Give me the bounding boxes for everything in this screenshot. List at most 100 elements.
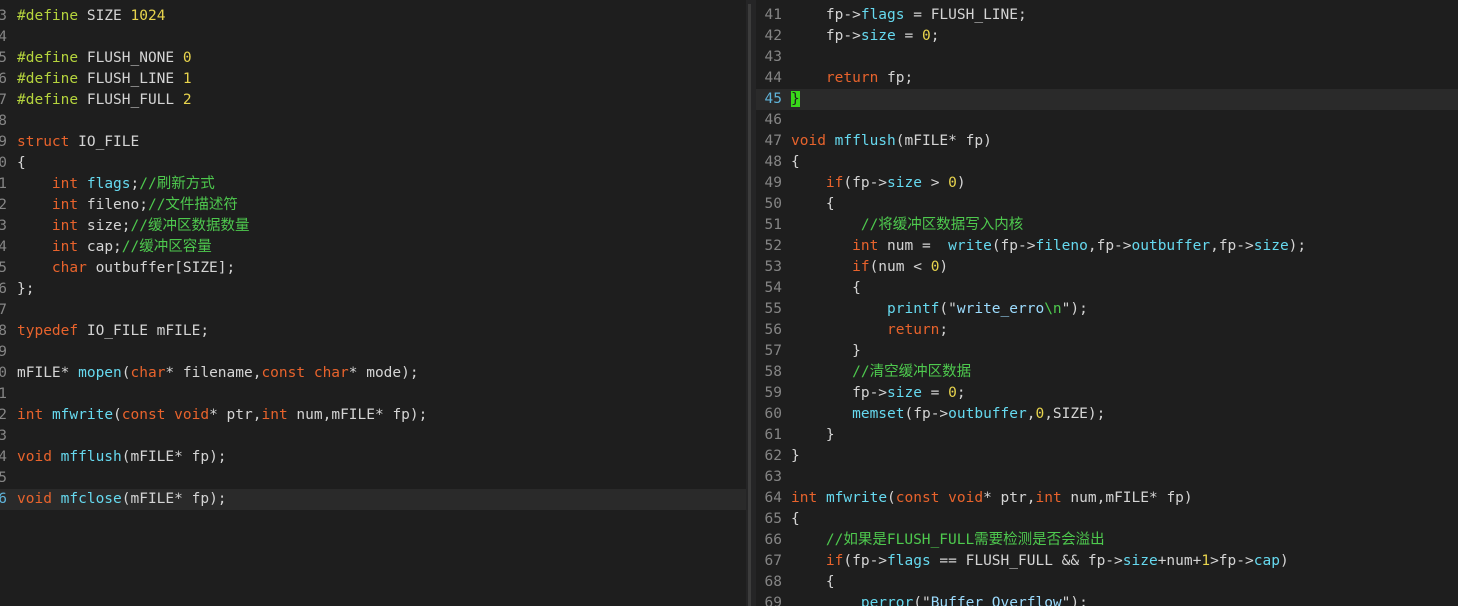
divider-grip[interactable]: [748, 4, 751, 606]
code-line[interactable]: 3 int size;//缓冲区数据数量: [0, 216, 746, 237]
code-text[interactable]: }: [791, 341, 861, 362]
left-editor-pane[interactable]: 23#define SIZE 102445#define FLUSH_NONE …: [0, 0, 746, 606]
code-text[interactable]: int size;//缓冲区数据数量: [17, 216, 250, 237]
code-text[interactable]: int num = write(fp->fileno,fp->outbuffer…: [791, 236, 1306, 257]
code-text[interactable]: memset(fp->outbuffer,0,SIZE);: [791, 404, 1105, 425]
code-line[interactable]: 52 int num = write(fp->fileno,fp->outbuf…: [756, 236, 1458, 257]
code-line[interactable]: 60 memset(fp->outbuffer,0,SIZE);: [756, 404, 1458, 425]
code-line[interactable]: 6 void mfclose(mFILE* fp);: [0, 489, 746, 510]
code-line[interactable]: 7: [0, 300, 746, 321]
code-text[interactable]: {: [791, 509, 800, 530]
code-line[interactable]: 63: [756, 467, 1458, 488]
code-text[interactable]: perror("Buffer Overflow");: [791, 593, 1088, 606]
code-text[interactable]: fp->flags = FLUSH_LINE;: [791, 5, 1027, 26]
code-text[interactable]: //清空缓冲区数据: [791, 362, 971, 383]
code-text[interactable]: int cap;//缓冲区容量: [17, 237, 212, 258]
code-text[interactable]: printf("write_erro\n");: [791, 299, 1088, 320]
code-text[interactable]: if(fp->flags == FLUSH_FULL && fp->size+n…: [791, 551, 1289, 572]
code-line[interactable]: 3 #define SIZE 1024: [0, 6, 746, 27]
code-text[interactable]: void mfflush(mFILE* fp): [791, 131, 992, 152]
code-line[interactable]: 3: [0, 426, 746, 447]
code-line[interactable]: 8: [0, 111, 746, 132]
code-line[interactable]: 62}: [756, 446, 1458, 467]
code-text[interactable]: {: [791, 278, 861, 299]
code-text[interactable]: };: [17, 279, 34, 300]
code-line[interactable]: 4 void mfflush(mFILE* fp);: [0, 447, 746, 468]
code-text[interactable]: {: [791, 194, 835, 215]
code-line[interactable]: 51 //将缓冲区数据写入内核: [756, 215, 1458, 236]
code-line[interactable]: 7 #define FLUSH_FULL 2: [0, 90, 746, 111]
code-line[interactable]: 8 typedef IO_FILE mFILE;: [0, 321, 746, 342]
code-line[interactable]: 0{: [0, 153, 746, 174]
code-line[interactable]: 58 //清空缓冲区数据: [756, 362, 1458, 383]
code-line[interactable]: 9 struct IO_FILE: [0, 132, 746, 153]
code-text[interactable]: if(fp->size > 0): [791, 173, 966, 194]
code-text[interactable]: int mfwrite(const void* ptr,int num,mFIL…: [791, 488, 1193, 509]
code-line[interactable]: 67 if(fp->flags == FLUSH_FULL && fp->siz…: [756, 551, 1458, 572]
code-text[interactable]: if(num < 0): [791, 257, 948, 278]
code-line[interactable]: 6};: [0, 279, 746, 300]
code-text[interactable]: #define SIZE 1024: [17, 6, 165, 27]
code-text[interactable]: {: [791, 152, 800, 173]
code-line[interactable]: 5 #define FLUSH_NONE 0: [0, 48, 746, 69]
code-text[interactable]: return fp;: [791, 68, 913, 89]
code-text[interactable]: #define FLUSH_FULL 2: [17, 90, 192, 111]
code-text[interactable]: }: [791, 446, 800, 467]
code-text[interactable]: return;: [791, 320, 948, 341]
code-line[interactable]: 64 int mfwrite(const void* ptr,int num,mF…: [756, 488, 1458, 509]
code-line[interactable]: 43: [756, 47, 1458, 68]
code-text[interactable]: {: [791, 572, 835, 593]
code-text[interactable]: typedef IO_FILE mFILE;: [17, 321, 209, 342]
code-line[interactable]: 55 printf("write_erro\n");: [756, 299, 1458, 320]
code-line[interactable]: 42 fp->size = 0;: [756, 26, 1458, 47]
code-line[interactable]: 4: [0, 27, 746, 48]
code-line[interactable]: 57 }: [756, 341, 1458, 362]
code-line[interactable]: 48 {: [756, 152, 1458, 173]
code-line[interactable]: 65 {: [756, 509, 1458, 530]
code-text[interactable]: }: [791, 425, 835, 446]
code-line[interactable]: 68 {: [756, 572, 1458, 593]
code-line[interactable]: 5: [0, 468, 746, 489]
code-line[interactable]: 9: [0, 342, 746, 363]
code-text[interactable]: //如果是FLUSH_FULL需要检测是否会溢出: [791, 530, 1105, 551]
code-line[interactable]: 56 return;: [756, 320, 1458, 341]
code-text[interactable]: //将缓冲区数据写入内核: [791, 215, 1023, 236]
code-text[interactable]: int mfwrite(const void* ptr,int num,mFIL…: [17, 405, 427, 426]
code-line[interactable]: 69 perror("Buffer Overflow");: [756, 593, 1458, 606]
code-line[interactable]: 4 int cap;//缓冲区容量: [0, 237, 746, 258]
code-line[interactable]: 2 int mfwrite(const void* ptr,int num,mFI…: [0, 405, 746, 426]
code-line[interactable]: 45}: [756, 89, 1458, 110]
code-line[interactable]: 61 }: [756, 425, 1458, 446]
code-line[interactable]: 54 {: [756, 278, 1458, 299]
code-line[interactable]: 5 char outbuffer[SIZE];: [0, 258, 746, 279]
code-text[interactable]: }: [791, 89, 800, 110]
code-line[interactable]: 49 if(fp->size > 0): [756, 173, 1458, 194]
code-text[interactable]: #define FLUSH_NONE 0: [17, 48, 192, 69]
code-line[interactable]: 41 fp->flags = FLUSH_LINE;: [756, 5, 1458, 26]
code-line[interactable]: 50 {: [756, 194, 1458, 215]
code-line[interactable]: 44 return fp;: [756, 68, 1458, 89]
code-line[interactable]: 47 void mfflush(mFILE* fp): [756, 131, 1458, 152]
code-text[interactable]: struct IO_FILE: [17, 132, 139, 153]
split-divider[interactable]: [746, 0, 756, 606]
code-line[interactable]: 53 if(num < 0): [756, 257, 1458, 278]
code-line[interactable]: 1: [0, 384, 746, 405]
code-text[interactable]: fp->size = 0;: [791, 26, 940, 47]
code-text[interactable]: #define FLUSH_LINE 1: [17, 69, 192, 90]
code-line[interactable]: 46: [756, 110, 1458, 131]
right-editor-pane[interactable]: 41 fp->flags = FLUSH_LINE; 42 fp->size = …: [756, 0, 1458, 606]
code-text[interactable]: void mfflush(mFILE* fp);: [17, 447, 227, 468]
code-line[interactable]: 6 #define FLUSH_LINE 1: [0, 69, 746, 90]
code-line[interactable]: 66 //如果是FLUSH_FULL需要检测是否会溢出: [756, 530, 1458, 551]
code-line[interactable]: 2 int fileno;//文件描述符: [0, 195, 746, 216]
code-text[interactable]: int fileno;//文件描述符: [17, 195, 238, 216]
code-text[interactable]: char outbuffer[SIZE];: [17, 258, 235, 279]
code-line[interactable]: 0 mFILE* mopen(char* filename,const char*…: [0, 363, 746, 384]
code-text[interactable]: fp->size = 0;: [791, 383, 966, 404]
code-text[interactable]: int flags;//刷新方式: [17, 174, 215, 195]
code-line[interactable]: 59 fp->size = 0;: [756, 383, 1458, 404]
code-line[interactable]: 1 int flags;//刷新方式: [0, 174, 746, 195]
code-text[interactable]: {: [17, 153, 26, 174]
code-text[interactable]: mFILE* mopen(char* filename,const char* …: [17, 363, 419, 384]
code-text[interactable]: void mfclose(mFILE* fp);: [17, 489, 227, 510]
